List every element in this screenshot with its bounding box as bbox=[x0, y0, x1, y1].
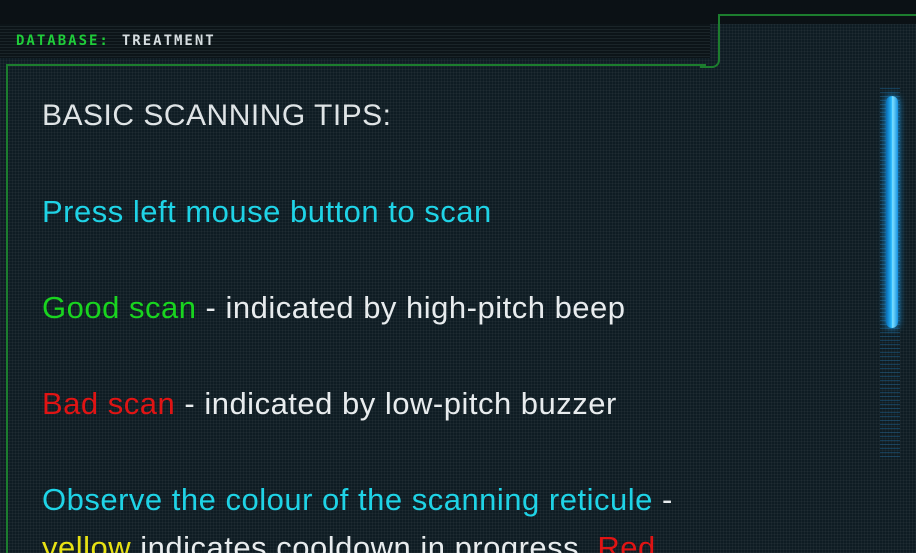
red-word: Red bbox=[597, 530, 656, 553]
frame-top-border bbox=[6, 64, 706, 66]
top-band bbox=[0, 0, 916, 24]
frame-corner bbox=[700, 14, 720, 68]
bad-scan-text: - indicated by low-pitch buzzer bbox=[175, 386, 617, 421]
section-heading: BASIC SCANNING TIPS: bbox=[42, 99, 392, 132]
reticule-text: Observe the colour of the scanning retic… bbox=[42, 482, 653, 517]
frame-left-border bbox=[6, 64, 8, 553]
bad-scan-label: Bad scan bbox=[42, 386, 176, 421]
header-label: DATABASE: TREATMENT bbox=[16, 33, 216, 49]
tip-reticule: Observe the colour of the scanning retic… bbox=[42, 476, 862, 553]
tip-good-scan: Good scan - indicated by high-pitch beep bbox=[42, 284, 862, 332]
reticule-dash: - bbox=[652, 482, 673, 517]
cooldown-word: yellow bbox=[42, 530, 132, 553]
frame-top-right-border bbox=[718, 14, 916, 16]
tip-scan: Press left mouse button to scan bbox=[42, 194, 492, 229]
header-prefix: DATABASE: bbox=[16, 33, 110, 49]
tip-bad-scan: Bad scan - indicated by low-pitch buzzer bbox=[42, 380, 862, 428]
good-scan-label: Good scan bbox=[42, 290, 197, 325]
scrollbar-thumb[interactable] bbox=[886, 96, 898, 328]
header-title: TREATMENT bbox=[121, 33, 216, 49]
text-panel: BASIC SCANNING TIPS: Press left mouse bu… bbox=[42, 92, 862, 553]
good-scan-text: - indicated by high-pitch beep bbox=[196, 290, 626, 325]
cooldown-text: indicates cooldown in progress. bbox=[131, 530, 598, 553]
